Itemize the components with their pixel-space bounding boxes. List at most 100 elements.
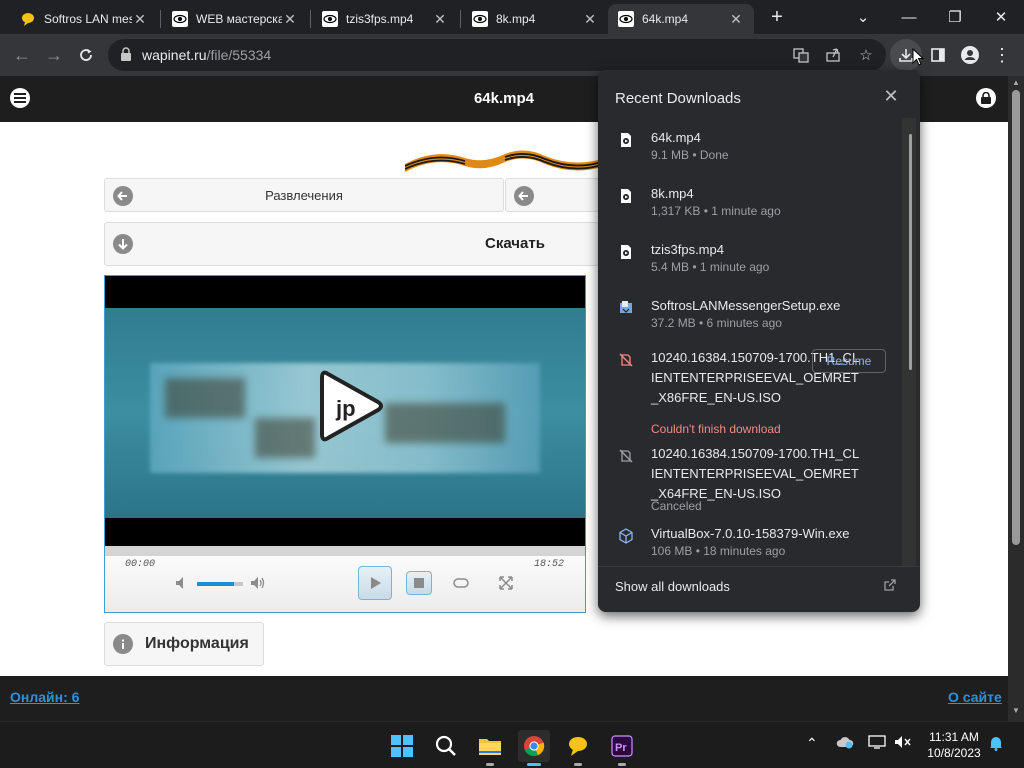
video-blur-shape — [255, 418, 315, 458]
address-bar[interactable]: wapinet.ru/file/55334 ☆ — [108, 39, 886, 71]
close-icon[interactable]: ✕ — [582, 11, 598, 28]
softros-taskbar-button[interactable] — [562, 730, 594, 766]
file-explorer-button[interactable] — [474, 730, 506, 766]
resume-download-button[interactable]: Resume — [812, 349, 886, 373]
tab-8k[interactable]: 8k.mp4 ✕ — [462, 4, 608, 34]
tab-64k[interactable]: 64k.mp4 ✕ — [608, 4, 754, 34]
folder-icon — [479, 739, 501, 755]
online-users-link[interactable]: Онлайн: 6 — [10, 689, 79, 705]
tab-softros[interactable]: Softros LAN messenger ✕ — [10, 4, 158, 34]
download-file-button[interactable]: Скачать — [104, 222, 604, 266]
stop-button[interactable] — [406, 571, 432, 595]
volume-slider[interactable] — [197, 582, 243, 586]
download-item[interactable]: tzis3fps.mp4 5.4 MB • 1 minute ago — [598, 240, 902, 280]
site-footer: Онлайн: 6 О сайте — [0, 676, 1008, 721]
side-panel-button[interactable] — [922, 39, 954, 71]
tab-separator — [310, 10, 311, 28]
loop-icon[interactable] — [451, 574, 471, 592]
page-scrollbar[interactable]: ▲ ▼ — [1008, 76, 1024, 721]
download-meta: Canceled — [651, 499, 702, 513]
tab-title: 64k.mp4 — [642, 12, 689, 26]
download-item[interactable]: 8k.mp4 1,317 KB • 1 minute ago — [598, 184, 902, 224]
video-player: jp 00:00 18:52 — [104, 275, 586, 613]
tab-title: Softros LAN messenger — [44, 12, 132, 26]
close-icon[interactable]: ✕ — [728, 11, 744, 28]
eye-icon — [618, 11, 634, 27]
video-frame[interactable]: jp — [105, 276, 585, 546]
nav-entertainment-button[interactable]: Развлечения — [104, 178, 504, 212]
video-blur-shape — [385, 403, 505, 443]
downloads-scrollbar-thumb[interactable] — [909, 134, 912, 370]
info-icon — [113, 634, 133, 654]
tab-separator — [460, 10, 461, 28]
site-lock-icon[interactable] — [120, 47, 132, 66]
minimize-button[interactable]: — — [886, 4, 932, 30]
close-icon[interactable]: ✕ — [432, 11, 448, 28]
play-button[interactable] — [358, 566, 392, 600]
download-item[interactable]: 64k.mp4 9.1 MB • Done — [598, 128, 902, 168]
side-panel-icon — [931, 48, 945, 62]
download-item[interactable]: SoftrosLANMessengerSetup.exe 37.2 MB • 6… — [598, 296, 902, 336]
window-close-button[interactable]: ✕ — [978, 4, 1024, 30]
start-button[interactable] — [386, 730, 418, 762]
download-item-canceled[interactable]: 10240.16384.150709-1700.TH1_CLIENTENTERP… — [598, 444, 902, 514]
download-item[interactable]: VirtualBox-7.0.10-158379-Win.exe 106 MB … — [598, 524, 902, 564]
open-external-icon[interactable] — [884, 579, 896, 594]
eye-icon — [472, 11, 488, 27]
close-icon[interactable]: ✕ — [132, 11, 148, 28]
system-clock[interactable]: 11:31 AM 10/8/2023 — [922, 729, 986, 761]
fullscreen-icon[interactable] — [497, 574, 515, 592]
close-downloads-button[interactable]: ✕ — [880, 86, 902, 108]
about-site-link[interactable]: О сайте — [948, 689, 1002, 705]
search-icon — [435, 735, 456, 756]
volume-max-icon[interactable] — [249, 574, 267, 592]
running-indicator — [486, 763, 494, 766]
new-tab-button[interactable]: + — [760, 4, 794, 30]
scroll-down-icon[interactable]: ▼ — [1008, 706, 1024, 718]
seek-bar[interactable] — [105, 546, 585, 556]
reload-button[interactable] — [70, 39, 102, 71]
tab-tzis3fps[interactable]: tzis3fps.mp4 ✕ — [312, 4, 458, 34]
scrollbar-thumb[interactable] — [1012, 90, 1020, 545]
download-meta: 5.4 MB • 1 minute ago — [651, 260, 770, 274]
download-meta: 37.2 MB • 6 minutes ago — [651, 316, 782, 330]
play-overlay-icon[interactable]: jp — [318, 368, 384, 444]
download-meta: 9.1 MB • Done — [651, 148, 729, 162]
back-button[interactable]: ← — [6, 39, 38, 71]
scroll-up-icon[interactable]: ▲ — [1008, 78, 1024, 90]
volume-muted-icon[interactable] — [894, 735, 912, 752]
premiere-taskbar-button[interactable]: Pr — [606, 730, 638, 766]
display-icon[interactable] — [868, 735, 886, 752]
login-lock-icon[interactable] — [976, 88, 996, 108]
nav-back-button[interactable] — [505, 178, 604, 212]
information-button[interactable]: Информация — [104, 622, 264, 666]
profile-button[interactable] — [954, 39, 986, 71]
menu-kebab-icon[interactable]: ⋮ — [986, 39, 1018, 71]
share-icon[interactable] — [824, 46, 842, 64]
search-button[interactable] — [430, 730, 462, 762]
tab-search-icon[interactable]: ⌄ — [840, 4, 886, 30]
download-meta: 1,317 KB • 1 minute ago — [651, 204, 781, 218]
chrome-taskbar-button[interactable] — [518, 730, 550, 766]
forward-button[interactable]: → — [38, 39, 70, 71]
download-label: Скачать — [485, 235, 545, 252]
tab-web-masterskaya[interactable]: WEB мастерская ✕ — [162, 4, 308, 34]
mute-icon[interactable] — [173, 574, 191, 592]
chrome-icon — [524, 736, 545, 757]
profile-icon — [961, 46, 979, 64]
onedrive-icon[interactable] — [836, 735, 854, 752]
close-icon[interactable]: ✕ — [282, 11, 298, 28]
url-domain: wapinet.ru — [142, 47, 207, 63]
st-george-ribbon-logo — [405, 150, 605, 172]
show-hidden-icons[interactable]: ⌃ — [806, 735, 818, 752]
clock-time: 11:31 AM — [929, 730, 979, 744]
download-name: tzis3fps.mp4 — [651, 242, 724, 257]
restore-button[interactable]: ❐ — [932, 4, 978, 30]
tab-strip: Softros LAN messenger ✕ WEB мастерская ✕… — [0, 0, 1024, 34]
downloads-scrollbar[interactable] — [902, 118, 916, 566]
translate-icon[interactable] — [792, 46, 810, 64]
bookmark-star-icon[interactable]: ☆ — [857, 46, 875, 64]
notification-bell-icon[interactable] — [988, 735, 1004, 754]
show-all-downloads-link[interactable]: Show all downloads — [615, 579, 730, 594]
running-indicator — [574, 763, 582, 766]
